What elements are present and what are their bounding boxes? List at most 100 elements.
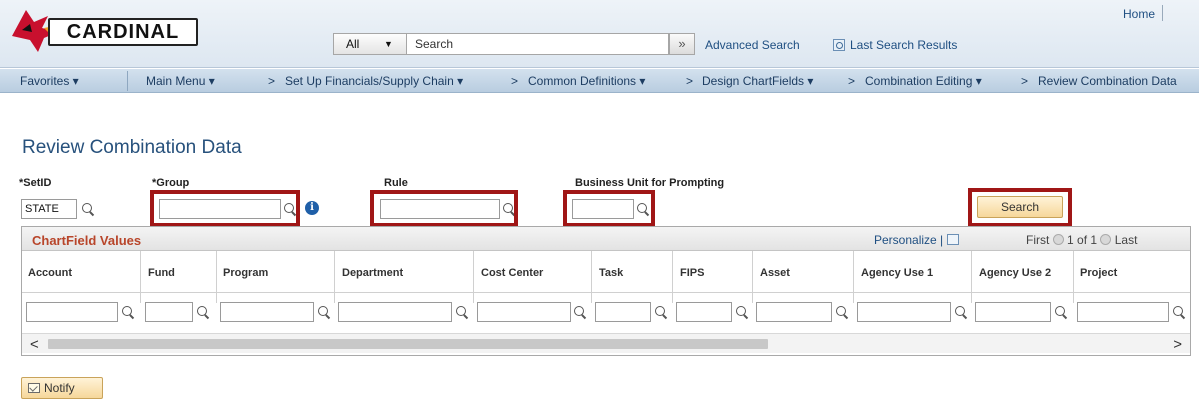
column-header-agency-use-2: Agency Use 2 (979, 267, 1052, 279)
rule-highlight-box (370, 190, 518, 227)
search-scope-value: All (346, 37, 360, 51)
breadcrumb-separator: > (686, 74, 694, 88)
notify-label: Notify (44, 381, 75, 395)
breadcrumb-separator: > (1021, 74, 1029, 88)
project-input[interactable] (1077, 302, 1169, 322)
business-unit-highlight-box (563, 190, 655, 227)
nav-setup-financials[interactable]: Set Up Financials/Supply Chain ▾ (285, 74, 463, 88)
nav-common-definitions[interactable]: Common Definitions ▾ (528, 74, 645, 88)
department-input[interactable] (338, 302, 452, 322)
previous-arrow-icon[interactable] (1052, 234, 1064, 245)
last-search-results-label: Last Search Results (850, 38, 958, 52)
nav-favorites[interactable]: Favorites ▾ (20, 74, 79, 88)
last-search-results-link[interactable]: Last Search Results (833, 38, 957, 52)
fund-lookup-icon[interactable] (196, 305, 210, 319)
program-lookup-icon[interactable] (317, 305, 331, 319)
logo-text: CARDINAL (48, 18, 198, 46)
column-header-agency-use-1: Agency Use 1 (861, 267, 934, 279)
nav-design-chartfields[interactable]: Design ChartFields ▾ (702, 74, 813, 88)
scroll-left-icon[interactable]: < (30, 336, 39, 353)
account-lookup-icon[interactable] (121, 305, 135, 319)
scrollbar-thumb[interactable] (48, 339, 768, 349)
column-header-department: Department (342, 267, 404, 279)
agency-use-2-input[interactable] (975, 302, 1051, 322)
cardinal-logo[interactable]: CARDINAL (8, 6, 198, 54)
column-header-program: Program (223, 267, 269, 279)
last-link[interactable]: Last (1115, 233, 1138, 247)
row-divider (22, 292, 1190, 293)
first-link[interactable]: First (1026, 233, 1049, 247)
nav-combination-editing[interactable]: Combination Editing ▾ (865, 74, 982, 88)
grid-header: ChartField Values Personalize | First 1 … (22, 227, 1190, 251)
info-icon[interactable]: i (305, 201, 319, 215)
column-divider (473, 251, 474, 303)
fund-input[interactable] (145, 302, 193, 322)
nav-main-menu[interactable]: Main Menu ▾ (146, 74, 215, 88)
search-input[interactable]: Search (407, 33, 669, 55)
project-lookup-icon[interactable] (1172, 305, 1186, 319)
header-bar: CARDINAL Home All ▼ Search » Advanced Se… (0, 0, 1199, 68)
nav-review-combination-data[interactable]: Review Combination Data (1038, 74, 1177, 88)
department-lookup-icon[interactable] (455, 305, 469, 319)
agency-use-1-input[interactable] (857, 302, 951, 322)
breadcrumb-nav: Favorites ▾ Main Menu ▾ > Set Up Financi… (0, 69, 1199, 93)
grid-tools-divider: | (940, 233, 944, 247)
personalize-link[interactable]: Personalize (874, 233, 937, 247)
next-arrow-icon[interactable] (1100, 234, 1112, 245)
rule-label: Rule (384, 177, 408, 189)
column-divider (1073, 251, 1074, 303)
group-label: *Group (152, 177, 190, 189)
grid-tools: Personalize | (874, 233, 959, 247)
nav-divider (127, 71, 128, 91)
grid-zoom-icon[interactable] (946, 234, 959, 245)
advanced-search-link[interactable]: Advanced Search (705, 38, 800, 52)
breadcrumb-separator: > (511, 74, 519, 88)
cost-center-lookup-icon[interactable] (573, 305, 587, 319)
column-header-task: Task (599, 267, 624, 279)
task-input[interactable] (595, 302, 651, 322)
account-input[interactable] (26, 302, 118, 322)
group-highlight-box (150, 190, 300, 227)
column-divider (752, 251, 753, 303)
column-divider (140, 251, 141, 303)
page-info: 1 of 1 (1067, 233, 1098, 247)
search-results-icon (833, 39, 845, 51)
agency-use-2-lookup-icon[interactable] (1054, 305, 1068, 319)
chevron-down-icon: ▼ (384, 39, 393, 49)
home-link[interactable]: Home (1123, 7, 1155, 21)
column-divider (216, 251, 217, 303)
horizontal-scrollbar[interactable]: < > (22, 333, 1190, 353)
setid-value: STATE (25, 203, 59, 215)
page-title: Review Combination Data (22, 137, 242, 158)
asset-input[interactable] (756, 302, 832, 322)
program-input[interactable] (220, 302, 314, 322)
column-header-cost-center: Cost Center (481, 267, 544, 279)
setid-field[interactable]: STATE (21, 199, 77, 219)
search-go-button[interactable]: » (669, 33, 695, 55)
setid-lookup-icon[interactable] (81, 202, 95, 216)
business-unit-label: Business Unit for Prompting (575, 177, 725, 189)
column-header-project: Project (1080, 267, 1118, 279)
breadcrumb-separator: > (268, 74, 276, 88)
notify-button[interactable]: Notify (21, 377, 103, 399)
chartfield-values-grid: ChartField Values Personalize | First 1 … (21, 226, 1191, 356)
column-divider (853, 251, 854, 303)
task-lookup-icon[interactable] (654, 305, 668, 319)
search-scope-select[interactable]: All ▼ (333, 33, 407, 55)
asset-lookup-icon[interactable] (835, 305, 849, 319)
cost-center-input[interactable] (477, 302, 571, 322)
column-divider (672, 251, 673, 303)
scroll-right-icon[interactable]: > (1173, 336, 1182, 353)
fips-lookup-icon[interactable] (735, 305, 749, 319)
column-header-fips: FIPS (680, 267, 705, 279)
column-divider (971, 251, 972, 303)
header-divider (1162, 5, 1163, 21)
column-header-account: Account (28, 267, 72, 279)
search-highlight-box (968, 188, 1072, 227)
column-divider (334, 251, 335, 303)
agency-use-1-lookup-icon[interactable] (954, 305, 968, 319)
fips-input[interactable] (676, 302, 732, 322)
grid-title: ChartField Values (32, 233, 142, 248)
column-header-fund: Fund (148, 267, 175, 279)
setid-label: *SetID (19, 177, 52, 189)
